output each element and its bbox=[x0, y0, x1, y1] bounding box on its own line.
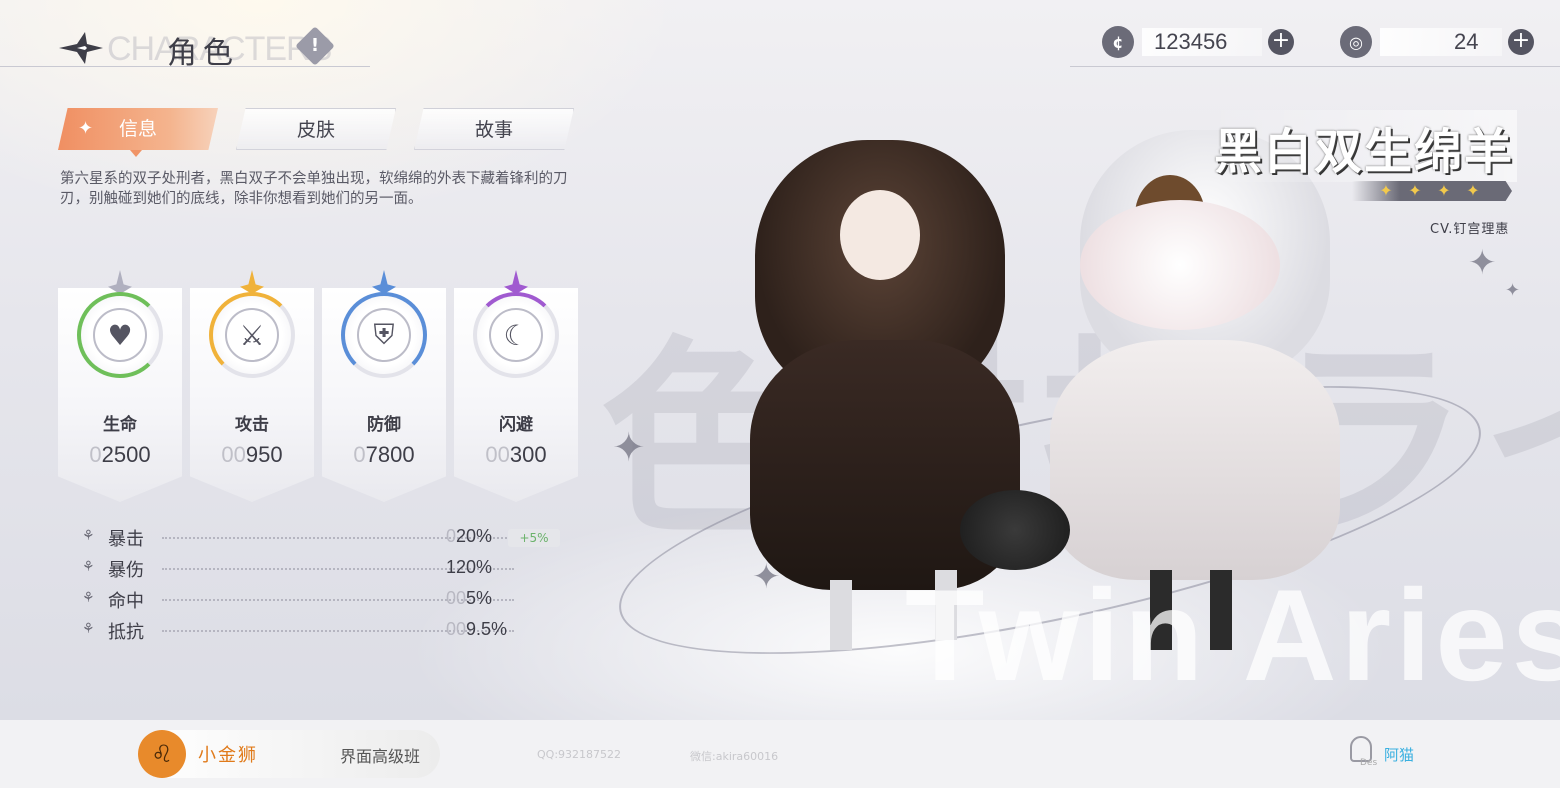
substat-value-prefix: 00 bbox=[446, 619, 467, 639]
stat-value: 07800 bbox=[322, 442, 446, 468]
substat-value-number: 5% bbox=[466, 588, 493, 608]
footer-bar: ♌ 小金狮 界面高级班 QQ:932187522 微信:akira60016 D… bbox=[0, 720, 1560, 788]
leaf-icon: ⚘ bbox=[82, 559, 95, 575]
tab-story-label: 故事 bbox=[474, 119, 513, 141]
currency-coin: ¢ 123456 + bbox=[1102, 26, 1294, 58]
character-name: 黑白双生绵羊 bbox=[1214, 124, 1515, 180]
substat-value-prefix: 0 bbox=[446, 526, 457, 546]
brand-name: 小金狮 bbox=[198, 745, 258, 766]
coin-amount: 123456 bbox=[1142, 28, 1262, 56]
stat-name: 闪避 bbox=[499, 415, 533, 435]
sparkle-icon: ✦ bbox=[78, 118, 94, 139]
lion-logo-icon: ♌ bbox=[138, 730, 186, 778]
substat-value: 120% bbox=[446, 557, 492, 578]
sparkle-icon: ✦ bbox=[612, 425, 646, 471]
stat-value-number: 7800 bbox=[365, 442, 415, 467]
designer-label: Des bbox=[1360, 758, 1378, 768]
stat-name: 防御 bbox=[367, 415, 401, 435]
tab-info[interactable]: ✦ 信息 bbox=[58, 108, 218, 150]
stat-name: 攻击 bbox=[235, 415, 269, 435]
watermark-en: Twin Aries bbox=[905, 562, 1560, 708]
substat-value-number: 120% bbox=[446, 557, 493, 577]
course-name: 界面高级班 bbox=[340, 747, 421, 766]
stat-value-number: 950 bbox=[245, 442, 283, 467]
sparkle-icon: ✦ bbox=[1505, 280, 1521, 301]
designer-name: 阿猫 bbox=[1384, 746, 1415, 764]
leaf-icon: ⚘ bbox=[82, 621, 95, 637]
stat-hp: ♥ 生命 02500 bbox=[58, 270, 182, 502]
black-sheep bbox=[960, 490, 1070, 570]
page-title: 角色 bbox=[167, 36, 239, 71]
star-icon: ✦ bbox=[1408, 181, 1422, 200]
substat-row: ⚘ 命中 005% bbox=[80, 586, 580, 617]
substat-value: 020% bbox=[446, 526, 492, 547]
substat-value-prefix: 00 bbox=[446, 588, 467, 608]
wechat-contact: 微信:akira60016 bbox=[690, 750, 779, 763]
stat-dodge: ☾ 闪避 00300 bbox=[454, 270, 578, 502]
stat-def: ⛨ 防御 07800 bbox=[322, 270, 446, 502]
page-title-group: CHARACTERS 角色 ! bbox=[55, 26, 355, 71]
stat-value-number: 300 bbox=[509, 442, 547, 467]
stat-atk: ⚔ 攻击 00950 bbox=[190, 270, 314, 502]
planet-amount: 24 bbox=[1380, 28, 1502, 56]
stat-value-prefix: 00 bbox=[485, 442, 510, 467]
character-description: 第六星系的双子处刑者，黑白双子不会单独出现，软绵绵的外表下藏着锋利的刀刃，别触碰… bbox=[60, 171, 568, 207]
tab-bar: ✦ 信息 皮肤 故事 bbox=[58, 108, 592, 150]
tab-story[interactable]: 故事 bbox=[414, 108, 574, 150]
stat-ring: ⛨ bbox=[341, 292, 427, 378]
heart-icon: ♥ bbox=[93, 308, 147, 362]
stat-value-prefix: 0 bbox=[353, 442, 366, 467]
stat-value: 02500 bbox=[58, 442, 182, 468]
substat-bonus-badge: +5% bbox=[508, 529, 560, 547]
tab-info-label: 信息 bbox=[118, 118, 157, 140]
substat-row: ⚘ 暴伤 120% bbox=[80, 555, 580, 586]
shield-icon: ⛨ bbox=[357, 308, 411, 362]
coin-icon: ¢ bbox=[1102, 26, 1134, 58]
stat-ring: ☾ bbox=[473, 292, 559, 378]
stat-value-prefix: 00 bbox=[221, 442, 246, 467]
back-star-icon[interactable] bbox=[55, 30, 105, 66]
substat-label: 抵抗 bbox=[108, 622, 144, 643]
info-icon: ! bbox=[310, 35, 320, 56]
substat-value-number: 20% bbox=[456, 526, 493, 546]
sparkle-icon: ✦ bbox=[1468, 243, 1497, 283]
rank-stars: ✦ ✦ ✦ ✦ bbox=[1376, 181, 1492, 201]
substat-row: ⚘ 抵抗 009.5% bbox=[80, 617, 580, 648]
substat-label: 暴伤 bbox=[108, 560, 144, 581]
tab-skin[interactable]: 皮肤 bbox=[236, 108, 396, 150]
add-planet-button[interactable]: + bbox=[1508, 29, 1534, 55]
star-icon: ✦ bbox=[1379, 181, 1393, 200]
star-icon: ✦ bbox=[1437, 181, 1451, 200]
header-divider bbox=[1070, 66, 1560, 67]
qq-contact: QQ:932187522 bbox=[537, 748, 622, 761]
active-tab-pointer bbox=[130, 150, 142, 157]
brand-pill[interactable]: ♌ 小金狮 界面高级班 bbox=[138, 730, 440, 778]
stat-value-number: 2500 bbox=[101, 442, 151, 467]
stat-ring: ♥ bbox=[77, 292, 163, 378]
stat-value: 00950 bbox=[190, 442, 314, 468]
substat-label: 命中 bbox=[108, 591, 144, 612]
moon-icon: ☾ bbox=[489, 308, 543, 362]
leaf-icon: ⚘ bbox=[82, 528, 95, 544]
planet-icon: ◎ bbox=[1340, 26, 1372, 58]
currency-planet: ◎ 24 + bbox=[1340, 26, 1534, 58]
substat-value: 005% bbox=[446, 588, 492, 609]
substat-value-number: 9.5% bbox=[466, 619, 508, 639]
substat-list: ⚘ 暴击 020% +5% ⚘ 暴伤 120% ⚘ 命中 005% ⚘ 抵抗 0… bbox=[80, 524, 580, 648]
tab-skin-label: 皮肤 bbox=[296, 119, 335, 141]
leaf-icon: ⚘ bbox=[82, 590, 95, 606]
stat-value: 00300 bbox=[454, 442, 578, 468]
info-button[interactable]: ! bbox=[295, 26, 335, 66]
sword-icon: ⚔ bbox=[225, 308, 279, 362]
designer-credit: Des 阿猫 bbox=[1350, 736, 1430, 772]
stat-name: 生命 bbox=[103, 415, 137, 435]
substat-value: 009.5% bbox=[446, 619, 507, 640]
voice-actor: CV.钉宫理惠 bbox=[1430, 222, 1510, 237]
stat-value-prefix: 0 bbox=[89, 442, 102, 467]
stat-ring: ⚔ bbox=[209, 292, 295, 378]
substat-label: 暴击 bbox=[108, 529, 144, 550]
star-icon: ✦ bbox=[1466, 181, 1480, 200]
add-coin-button[interactable]: + bbox=[1268, 29, 1294, 55]
substat-row: ⚘ 暴击 020% +5% bbox=[80, 524, 580, 555]
